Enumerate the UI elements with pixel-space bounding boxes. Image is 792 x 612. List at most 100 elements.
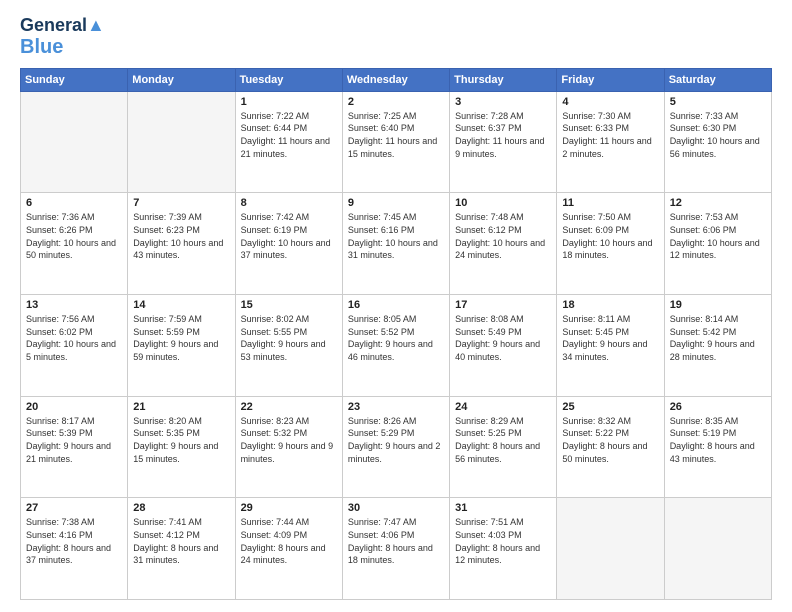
calendar-week-2: 13 Sunrise: 7:56 AM Sunset: 6:02 PM Dayli… bbox=[21, 295, 772, 397]
calendar-cell: 1Sunrise: 7:22 AM Sunset: 6:44 PM Daylig… bbox=[235, 91, 342, 193]
calendar-cell: 10 Sunrise: 7:48 AM Sunset: 6:12 PM Dayli… bbox=[450, 193, 557, 295]
cell-info: Sunrise: 7:47 AM Sunset: 4:06 PM Dayligh… bbox=[348, 516, 444, 566]
cell-info: Sunrise: 7:53 AM Sunset: 6:06 PM Dayligh… bbox=[670, 211, 766, 261]
cell-info: Sunrise: 7:44 AM Sunset: 4:09 PM Dayligh… bbox=[241, 516, 337, 566]
calendar-cell: 5 Sunrise: 7:33 AM Sunset: 6:30 PM Daylig… bbox=[664, 91, 771, 193]
day-number: 11 bbox=[562, 197, 658, 209]
cell-info: Sunrise: 7:39 AM Sunset: 6:23 PM Dayligh… bbox=[133, 211, 229, 261]
cell-info: Sunrise: 7:50 AM Sunset: 6:09 PM Dayligh… bbox=[562, 211, 658, 261]
logo-text: General▲ bbox=[20, 16, 105, 36]
day-number: 18 bbox=[562, 299, 658, 311]
day-header-wednesday: Wednesday bbox=[342, 68, 449, 91]
calendar-cell: 24 Sunrise: 8:29 AM Sunset: 5:25 PM Dayli… bbox=[450, 396, 557, 498]
day-number: 31 bbox=[455, 502, 551, 514]
day-number: 17 bbox=[455, 299, 551, 311]
cell-info: Sunrise: 8:14 AM Sunset: 5:42 PM Dayligh… bbox=[670, 313, 766, 363]
cell-info: Sunrise: 8:11 AM Sunset: 5:45 PM Dayligh… bbox=[562, 313, 658, 363]
logo-blue: Blue bbox=[20, 36, 63, 58]
calendar-cell: 15Sunrise: 8:02 AM Sunset: 5:55 PM Dayli… bbox=[235, 295, 342, 397]
logo: General▲ Blue bbox=[20, 16, 105, 58]
cell-info: Sunrise: 7:59 AM Sunset: 5:59 PM Dayligh… bbox=[133, 313, 229, 363]
day-header-friday: Friday bbox=[557, 68, 664, 91]
calendar-cell: 20 Sunrise: 8:17 AM Sunset: 5:39 PM Dayli… bbox=[21, 396, 128, 498]
cell-info: Sunrise: 8:08 AM Sunset: 5:49 PM Dayligh… bbox=[455, 313, 551, 363]
day-number: 15 bbox=[241, 299, 337, 311]
day-number: 29 bbox=[241, 502, 337, 514]
calendar-cell: 21Sunrise: 8:20 AM Sunset: 5:35 PM Dayli… bbox=[128, 396, 235, 498]
cell-info: Sunrise: 7:33 AM Sunset: 6:30 PM Dayligh… bbox=[670, 110, 766, 160]
day-number: 3 bbox=[455, 96, 551, 108]
day-number: 7 bbox=[133, 197, 229, 209]
day-number: 26 bbox=[670, 401, 766, 413]
day-number: 13 bbox=[26, 299, 122, 311]
cell-info: Sunrise: 8:17 AM Sunset: 5:39 PM Dayligh… bbox=[26, 415, 122, 465]
day-number: 8 bbox=[241, 197, 337, 209]
day-number: 30 bbox=[348, 502, 444, 514]
cell-info: Sunrise: 7:30 AM Sunset: 6:33 PM Dayligh… bbox=[562, 110, 658, 160]
cell-info: Sunrise: 7:38 AM Sunset: 4:16 PM Dayligh… bbox=[26, 516, 122, 566]
day-header-monday: Monday bbox=[128, 68, 235, 91]
calendar-cell: 9 Sunrise: 7:45 AM Sunset: 6:16 PM Daylig… bbox=[342, 193, 449, 295]
header: General▲ Blue bbox=[20, 16, 772, 58]
cell-info: Sunrise: 7:42 AM Sunset: 6:19 PM Dayligh… bbox=[241, 211, 337, 261]
cell-info: Sunrise: 7:22 AM Sunset: 6:44 PM Dayligh… bbox=[241, 110, 337, 160]
cell-info: Sunrise: 7:25 AM Sunset: 6:40 PM Dayligh… bbox=[348, 110, 444, 160]
calendar-week-3: 20 Sunrise: 8:17 AM Sunset: 5:39 PM Dayli… bbox=[21, 396, 772, 498]
day-number: 9 bbox=[348, 197, 444, 209]
calendar-cell: 11 Sunrise: 7:50 AM Sunset: 6:09 PM Dayli… bbox=[557, 193, 664, 295]
day-number: 10 bbox=[455, 197, 551, 209]
cell-info: Sunrise: 7:56 AM Sunset: 6:02 PM Dayligh… bbox=[26, 313, 122, 363]
day-number: 14 bbox=[133, 299, 229, 311]
calendar-cell: 13 Sunrise: 7:56 AM Sunset: 6:02 PM Dayli… bbox=[21, 295, 128, 397]
calendar-cell bbox=[21, 91, 128, 193]
cell-info: Sunrise: 8:32 AM Sunset: 5:22 PM Dayligh… bbox=[562, 415, 658, 465]
calendar-cell: 30 Sunrise: 7:47 AM Sunset: 4:06 PM Dayli… bbox=[342, 498, 449, 600]
calendar-cell: 27 Sunrise: 7:38 AM Sunset: 4:16 PM Dayli… bbox=[21, 498, 128, 600]
calendar-cell: 23 Sunrise: 8:26 AM Sunset: 5:29 PM Dayli… bbox=[342, 396, 449, 498]
calendar-cell: 17 Sunrise: 8:08 AM Sunset: 5:49 PM Dayli… bbox=[450, 295, 557, 397]
day-number: 20 bbox=[26, 401, 122, 413]
calendar-cell: 29 Sunrise: 7:44 AM Sunset: 4:09 PM Dayli… bbox=[235, 498, 342, 600]
cell-info: Sunrise: 7:36 AM Sunset: 6:26 PM Dayligh… bbox=[26, 211, 122, 261]
day-number: 19 bbox=[670, 299, 766, 311]
cell-info: Sunrise: 7:51 AM Sunset: 4:03 PM Dayligh… bbox=[455, 516, 551, 566]
calendar-cell: 18 Sunrise: 8:11 AM Sunset: 5:45 PM Dayli… bbox=[557, 295, 664, 397]
calendar-cell bbox=[128, 91, 235, 193]
calendar-week-0: 1Sunrise: 7:22 AM Sunset: 6:44 PM Daylig… bbox=[21, 91, 772, 193]
day-number: 24 bbox=[455, 401, 551, 413]
calendar-cell: 26Sunrise: 8:35 AM Sunset: 5:19 PM Dayli… bbox=[664, 396, 771, 498]
cell-info: Sunrise: 7:41 AM Sunset: 4:12 PM Dayligh… bbox=[133, 516, 229, 566]
cell-info: Sunrise: 8:05 AM Sunset: 5:52 PM Dayligh… bbox=[348, 313, 444, 363]
cell-info: Sunrise: 7:45 AM Sunset: 6:16 PM Dayligh… bbox=[348, 211, 444, 261]
calendar-cell: 25 Sunrise: 8:32 AM Sunset: 5:22 PM Dayli… bbox=[557, 396, 664, 498]
calendar-cell: 7 Sunrise: 7:39 AM Sunset: 6:23 PM Daylig… bbox=[128, 193, 235, 295]
day-number: 22 bbox=[241, 401, 337, 413]
cell-info: Sunrise: 7:48 AM Sunset: 6:12 PM Dayligh… bbox=[455, 211, 551, 261]
day-number: 25 bbox=[562, 401, 658, 413]
calendar-cell: 8 Sunrise: 7:42 AM Sunset: 6:19 PM Daylig… bbox=[235, 193, 342, 295]
calendar-cell: 4 Sunrise: 7:30 AM Sunset: 6:33 PM Daylig… bbox=[557, 91, 664, 193]
cell-info: Sunrise: 8:26 AM Sunset: 5:29 PM Dayligh… bbox=[348, 415, 444, 465]
calendar-cell: 28Sunrise: 7:41 AM Sunset: 4:12 PM Dayli… bbox=[128, 498, 235, 600]
cell-info: Sunrise: 8:23 AM Sunset: 5:32 PM Dayligh… bbox=[241, 415, 337, 465]
calendar-week-4: 27 Sunrise: 7:38 AM Sunset: 4:16 PM Dayli… bbox=[21, 498, 772, 600]
day-number: 23 bbox=[348, 401, 444, 413]
calendar-cell: 22 Sunrise: 8:23 AM Sunset: 5:32 PM Dayli… bbox=[235, 396, 342, 498]
calendar-cell: 31 Sunrise: 7:51 AM Sunset: 4:03 PM Dayli… bbox=[450, 498, 557, 600]
calendar-table: SundayMondayTuesdayWednesdayThursdayFrid… bbox=[20, 68, 772, 600]
cell-info: Sunrise: 8:29 AM Sunset: 5:25 PM Dayligh… bbox=[455, 415, 551, 465]
calendar-cell: 2Sunrise: 7:25 AM Sunset: 6:40 PM Daylig… bbox=[342, 91, 449, 193]
page: General▲ Blue SundayMondayTuesdayWednesd… bbox=[0, 0, 792, 612]
day-number: 4 bbox=[562, 96, 658, 108]
day-number: 5 bbox=[670, 96, 766, 108]
calendar-cell: 14 Sunrise: 7:59 AM Sunset: 5:59 PM Dayli… bbox=[128, 295, 235, 397]
calendar-cell bbox=[557, 498, 664, 600]
calendar-cell: 3Sunrise: 7:28 AM Sunset: 6:37 PM Daylig… bbox=[450, 91, 557, 193]
day-number: 27 bbox=[26, 502, 122, 514]
calendar-cell bbox=[664, 498, 771, 600]
day-number: 6 bbox=[26, 197, 122, 209]
day-number: 21 bbox=[133, 401, 229, 413]
calendar-cell: 16Sunrise: 8:05 AM Sunset: 5:52 PM Dayli… bbox=[342, 295, 449, 397]
calendar-cell: 19 Sunrise: 8:14 AM Sunset: 5:42 PM Dayli… bbox=[664, 295, 771, 397]
day-header-saturday: Saturday bbox=[664, 68, 771, 91]
